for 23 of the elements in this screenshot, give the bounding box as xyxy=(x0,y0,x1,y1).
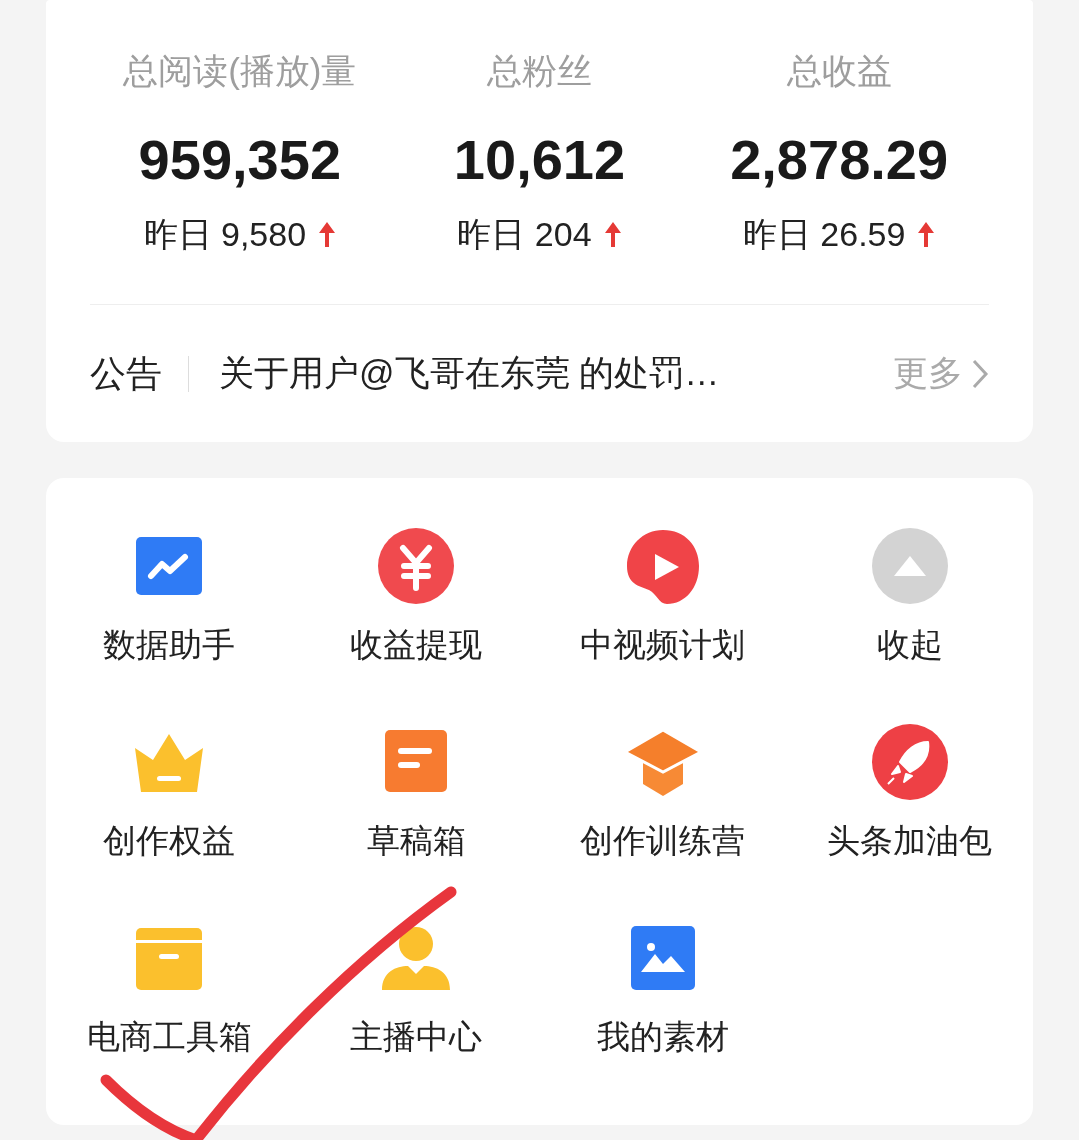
yesterday-change: 昨日 26.59 xyxy=(742,214,906,255)
tool-item[interactable]: 头条加油包 xyxy=(786,724,1033,920)
chevron-right-icon xyxy=(971,357,989,390)
tool-item[interactable]: 创作权益 xyxy=(46,724,293,920)
tool-item[interactable]: 电商工具箱 xyxy=(46,920,293,1116)
tool-item[interactable]: 草稿箱 xyxy=(292,724,540,920)
tool-item[interactable]: 主播中心 xyxy=(292,920,540,1116)
notice-link[interactable]: 关于用户@飞哥在东莞 的处罚… xyxy=(219,347,893,400)
tool-item[interactable]: 数据助手 xyxy=(46,528,293,724)
stat-label: 总阅读(播放)量 xyxy=(123,50,357,92)
tool-item[interactable]: 收起 xyxy=(786,528,1033,724)
notice-label: 公告 xyxy=(90,355,189,392)
stat-label: 总收益 xyxy=(786,50,892,92)
stat-value: 10,612 xyxy=(453,128,626,192)
tool-item[interactable]: 我的素材 xyxy=(539,920,787,1116)
stat-value: 2,878.29 xyxy=(730,128,949,192)
stat-value: 959,352 xyxy=(138,128,342,192)
yesterday-change: 昨日 204 xyxy=(457,214,592,255)
tool-item[interactable]: 中视频计划 xyxy=(539,528,787,724)
tool-item[interactable]: 创作训练营 xyxy=(539,724,787,920)
yesterday-change: 昨日 9,580 xyxy=(143,214,307,255)
stat-label: 总粉丝 xyxy=(487,50,592,92)
tool-item[interactable]: 收益提现 xyxy=(292,528,540,724)
